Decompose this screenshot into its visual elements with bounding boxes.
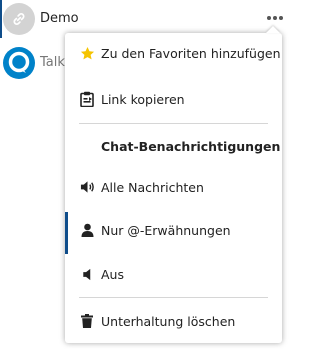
conversation-name: Demo (40, 11, 79, 26)
talk-logo-icon (3, 47, 35, 79)
menu-item-label: Nur @-Erwähnungen (101, 222, 231, 238)
menu-caret (266, 26, 280, 33)
conversation-name: Talk (40, 55, 65, 70)
menu-item-label: Aus (101, 266, 124, 282)
user-icon (79, 222, 95, 238)
menu-item-label: Unterhaltung löschen (101, 313, 236, 329)
notifications-heading: Chat-Benachrichtigungen (101, 139, 281, 154)
menu-item-label: Zu den Favoriten hinzufügen (101, 45, 281, 61)
trash-icon (79, 313, 95, 329)
notify-mentions-item[interactable]: Nur @-Erwähnungen (65, 210, 282, 254)
speaker-muted-icon (79, 266, 95, 282)
delete-conversation-item[interactable]: Unterhaltung löschen (65, 301, 282, 341)
conversation-actions-menu: Zu den Favoriten hinzufügen Link kopiere… (65, 26, 282, 343)
talk-app: Demo Talk Zu den Favoriten hinzufügen Li… (0, 0, 296, 349)
notify-off-item[interactable]: Aus (65, 254, 282, 294)
more-actions-button[interactable] (264, 10, 286, 26)
clipboard-icon (79, 91, 95, 107)
copy-link-item[interactable]: Link kopieren (65, 79, 282, 119)
more-dot (273, 16, 277, 20)
menu-item-label: Alle Nachrichten (101, 179, 204, 195)
more-dot (279, 16, 283, 20)
sound-icon (79, 179, 95, 195)
avatar (3, 47, 35, 79)
notify-all-item[interactable]: Alle Nachrichten (65, 167, 282, 207)
link-icon (13, 13, 25, 25)
menu-divider (79, 297, 268, 298)
more-dots-icon (267, 16, 271, 20)
avatar (3, 3, 35, 35)
menu-item-label: Link kopieren (101, 91, 185, 107)
star-icon (79, 45, 95, 61)
menu-divider (79, 123, 268, 124)
add-to-favorites-item[interactable]: Zu den Favoriten hinzufügen (65, 33, 282, 73)
